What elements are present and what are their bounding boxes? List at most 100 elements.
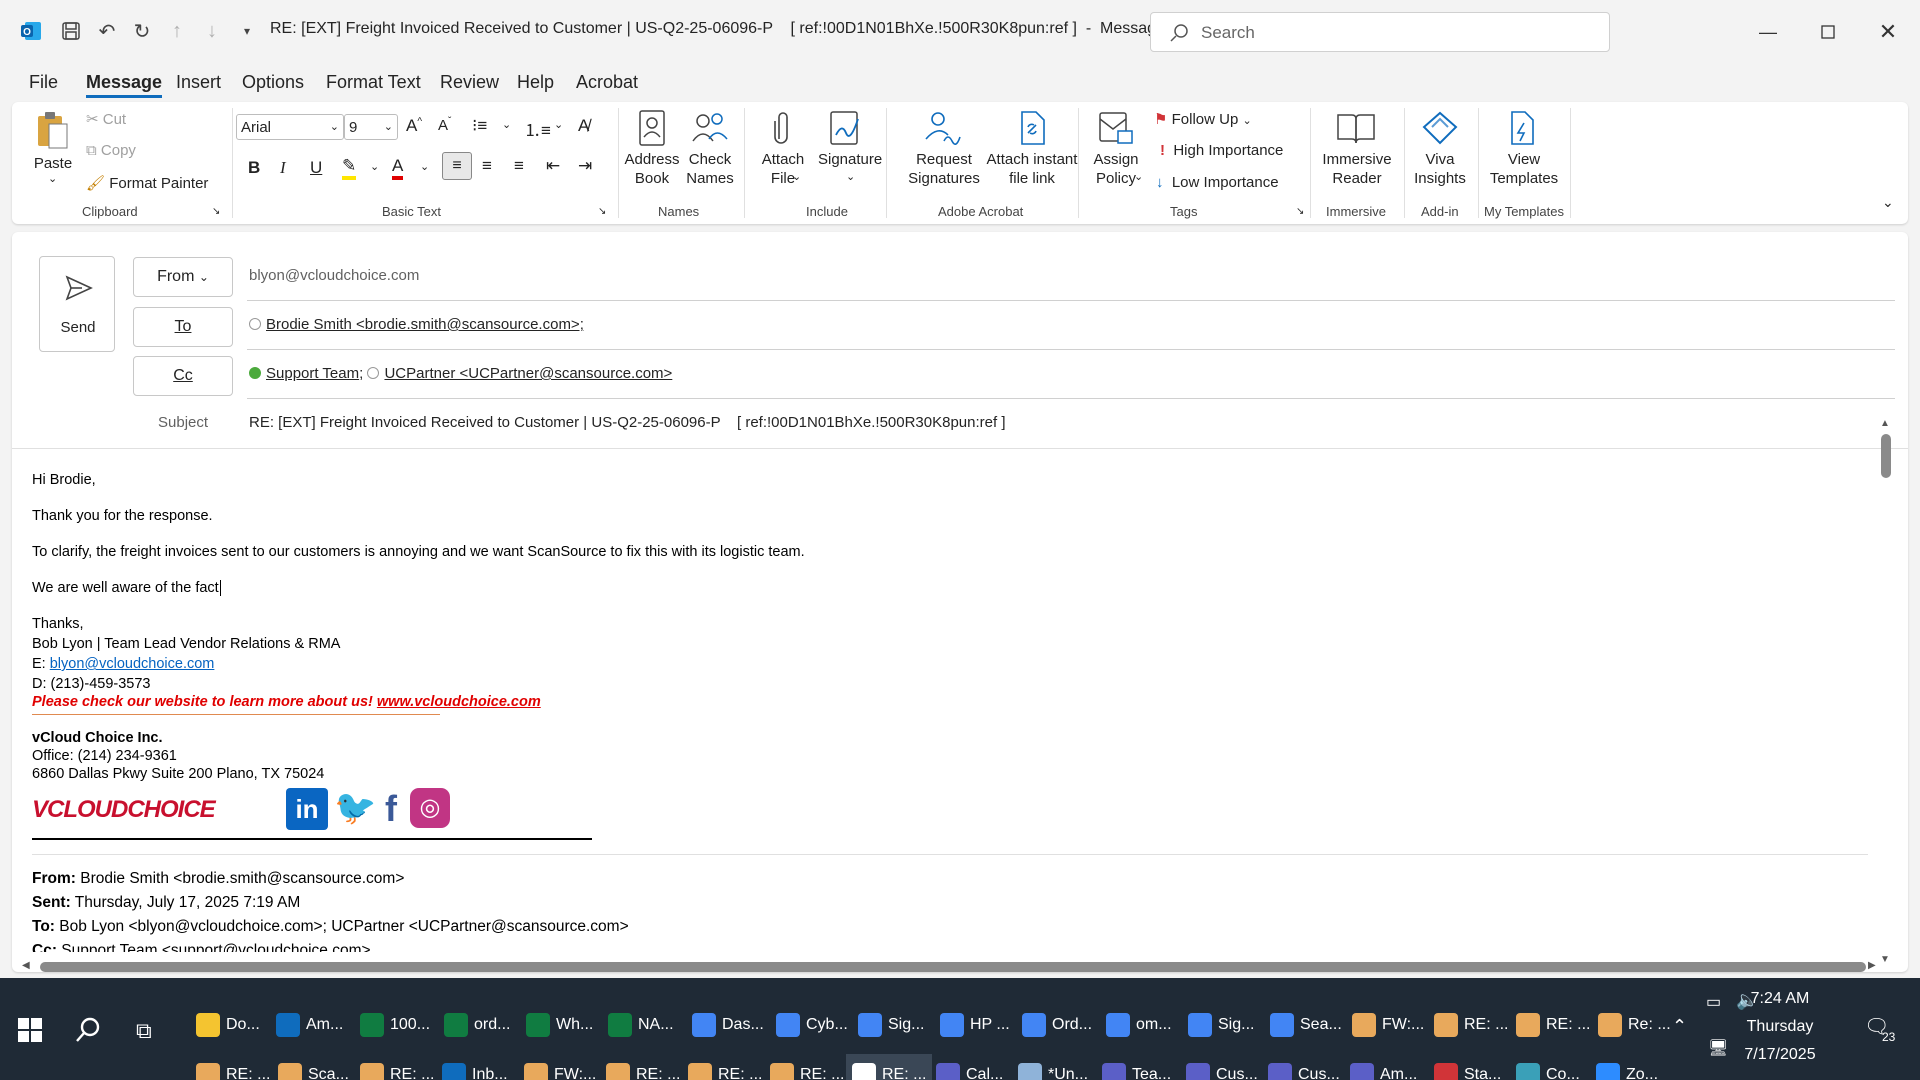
align-left-icon[interactable]: ≡ — [442, 152, 472, 180]
linkedin-icon[interactable]: in — [286, 788, 328, 830]
numbering-icon[interactable]: ⒈≡ — [524, 116, 551, 141]
menu-options[interactable]: Options — [242, 72, 304, 93]
close-button[interactable]: ✕ — [1858, 14, 1918, 50]
immersive-reader-button[interactable]: Immersive Reader — [1322, 150, 1392, 188]
align-right-icon[interactable]: ≡ — [514, 156, 524, 176]
grow-font-icon[interactable]: A^ — [406, 116, 422, 136]
taskbar-app-button[interactable]: Zo... — [1590, 1054, 1664, 1080]
attach-file-dropdown-icon[interactable]: ⌄ — [792, 170, 801, 183]
cc-button[interactable]: Cc — [133, 356, 233, 396]
taskbar-app-button[interactable]: Sta... — [1428, 1054, 1507, 1080]
paperclip-icon[interactable] — [768, 108, 798, 148]
signature-button[interactable]: Signature — [818, 150, 882, 169]
save-icon[interactable] — [58, 18, 84, 44]
cut-button[interactable]: ✂ Cut — [86, 110, 126, 128]
taskbar-app-button[interactable]: RE: ... — [1510, 1004, 1596, 1046]
low-importance-button[interactable]: ↓ Low Importance — [1156, 174, 1279, 191]
taskbar-app-button[interactable]: Cus... — [1262, 1054, 1346, 1080]
scroll-thumb[interactable] — [1881, 434, 1891, 478]
windows-start-icon[interactable] — [18, 1018, 42, 1042]
assign-policy-icon[interactable] — [1096, 108, 1136, 148]
ribbon-collapse-icon[interactable]: ⌄ — [1882, 194, 1894, 211]
request-signatures-button[interactable]: Request Signatures — [908, 150, 980, 188]
address-book-button[interactable]: Address Book — [624, 150, 680, 188]
menu-help[interactable]: Help — [517, 72, 554, 93]
basic-text-launcher-icon[interactable]: ↘ — [598, 206, 606, 217]
clock-time[interactable]: 7:24 AM — [1720, 990, 1840, 1008]
taskbar-app-button[interactable]: Sca... — [272, 1054, 355, 1080]
subject-field[interactable]: RE: [EXT] Freight Invoiced Received to C… — [249, 414, 1006, 431]
taskbar-app-button[interactable]: HP ... — [934, 1004, 1016, 1046]
scroll-up-icon[interactable]: ▲ — [1880, 418, 1890, 429]
view-templates-icon[interactable] — [1502, 108, 1542, 148]
battery-icon[interactable]: ▭ — [1706, 992, 1721, 1012]
undo-icon[interactable]: ↶ — [94, 18, 120, 44]
from-field[interactable]: blyon@vcloudchoice.com — [249, 267, 419, 284]
font-name-combo[interactable]: Arial ⌄ — [236, 114, 344, 140]
taskbar-app-button[interactable]: RE: ... — [682, 1054, 768, 1080]
menu-file[interactable]: File — [29, 72, 58, 93]
scroll-right-icon[interactable]: ▶ — [1868, 960, 1876, 971]
website-link[interactable]: www.vcloudchoice.com — [377, 694, 541, 710]
high-importance-button[interactable]: ! High Importance — [1160, 142, 1283, 159]
taskbar-app-button[interactable]: RE: ... — [600, 1054, 686, 1080]
menu-message[interactable]: Message — [86, 72, 163, 98]
taskbar-app-button[interactable]: Tea... — [1096, 1054, 1177, 1080]
chevron-up-icon[interactable]: ⌃ — [1672, 1016, 1687, 1037]
viva-insights-button[interactable]: Viva Insights — [1412, 150, 1468, 188]
request-signatures-icon[interactable] — [920, 108, 964, 148]
taskbar-app-button[interactable]: *Un... — [1012, 1054, 1094, 1080]
taskbar-app-button[interactable]: Re: ... — [1592, 1004, 1677, 1046]
view-templates-button[interactable]: View Templates — [1488, 150, 1560, 188]
taskbar-app-button[interactable]: RE: ... — [846, 1054, 933, 1080]
increase-indent-icon[interactable]: ⇥ — [578, 156, 592, 176]
viva-insights-icon[interactable] — [1418, 108, 1462, 148]
taskbar-app-button[interactable]: FW:... — [518, 1054, 602, 1080]
redo-icon[interactable]: ↻ — [129, 18, 155, 44]
taskbar-app-button[interactable]: Sig... — [852, 1004, 930, 1046]
attach-file-button[interactable]: Attach File — [756, 150, 810, 188]
assign-policy-dropdown-icon[interactable]: ⌄ — [1134, 170, 1143, 183]
menu-format-text[interactable]: Format Text — [326, 72, 421, 93]
email-link[interactable]: blyon@vcloudchoice.com — [50, 656, 215, 672]
bold-icon[interactable]: B — [248, 158, 260, 178]
taskbar-app-button[interactable]: 100... — [354, 1004, 436, 1046]
check-names-button[interactable]: Check Names — [682, 150, 738, 188]
minimize-button[interactable]: — — [1738, 14, 1798, 50]
numbering-dropdown-icon[interactable]: ⌄ — [554, 118, 563, 131]
taskbar-app-button[interactable]: Cyb... — [770, 1004, 854, 1046]
customize-toolbar-icon[interactable]: ▾ — [234, 18, 260, 44]
taskbar-app-button[interactable]: RE: ... — [1428, 1004, 1514, 1046]
paste-dropdown-icon[interactable]: ⌄ — [48, 172, 57, 185]
signature-icon[interactable] — [826, 108, 866, 148]
taskbar-app-button[interactable]: Do... — [190, 1004, 266, 1046]
menu-review[interactable]: Review — [440, 72, 499, 93]
highlight-icon[interactable]: ✎ — [342, 156, 357, 180]
taskbar-app-button[interactable]: Co... — [1510, 1054, 1586, 1080]
taskbar-app-button[interactable]: Sig... — [1182, 1004, 1260, 1046]
underline-icon[interactable]: U — [310, 158, 322, 178]
font-color-icon[interactable]: A — [392, 156, 404, 180]
taskbar-app-button[interactable]: Am... — [1344, 1054, 1423, 1080]
font-size-combo[interactable]: 9 ⌄ — [344, 114, 398, 140]
bullets-dropdown-icon[interactable]: ⌄ — [502, 118, 511, 131]
taskbar-app-button[interactable]: NA... — [602, 1004, 680, 1046]
tags-launcher-icon[interactable]: ↘ — [1296, 206, 1304, 217]
paste-icon[interactable] — [34, 108, 70, 152]
attach-instant-file-link-button[interactable]: Attach instant file link — [972, 150, 1092, 188]
horizontal-scrollbar[interactable] — [40, 962, 1866, 972]
vertical-scrollbar[interactable]: ▲ ▼ — [1878, 418, 1894, 965]
clock-date[interactable]: 7/17/2025 — [1720, 1046, 1840, 1064]
menu-insert[interactable]: Insert — [176, 72, 221, 93]
message-body[interactable]: Hi Brodie, Thank you for the response. T… — [12, 452, 1882, 972]
taskbar-app-button[interactable]: Inb... — [436, 1054, 514, 1080]
to-button[interactable]: To — [133, 307, 233, 347]
search-box[interactable]: Search — [1150, 12, 1610, 52]
next-item-icon[interactable]: ↓ — [199, 18, 225, 44]
check-names-icon[interactable] — [688, 108, 732, 148]
twitter-icon[interactable]: 🐦 — [334, 788, 376, 830]
format-painter-button[interactable]: 🖌 Format Painter — [86, 174, 208, 192]
immersive-reader-icon[interactable] — [1334, 108, 1378, 148]
follow-up-button[interactable]: ⚑ Follow Up ⌄ — [1154, 110, 1252, 128]
taskbar-app-button[interactable]: Wh... — [520, 1004, 599, 1046]
